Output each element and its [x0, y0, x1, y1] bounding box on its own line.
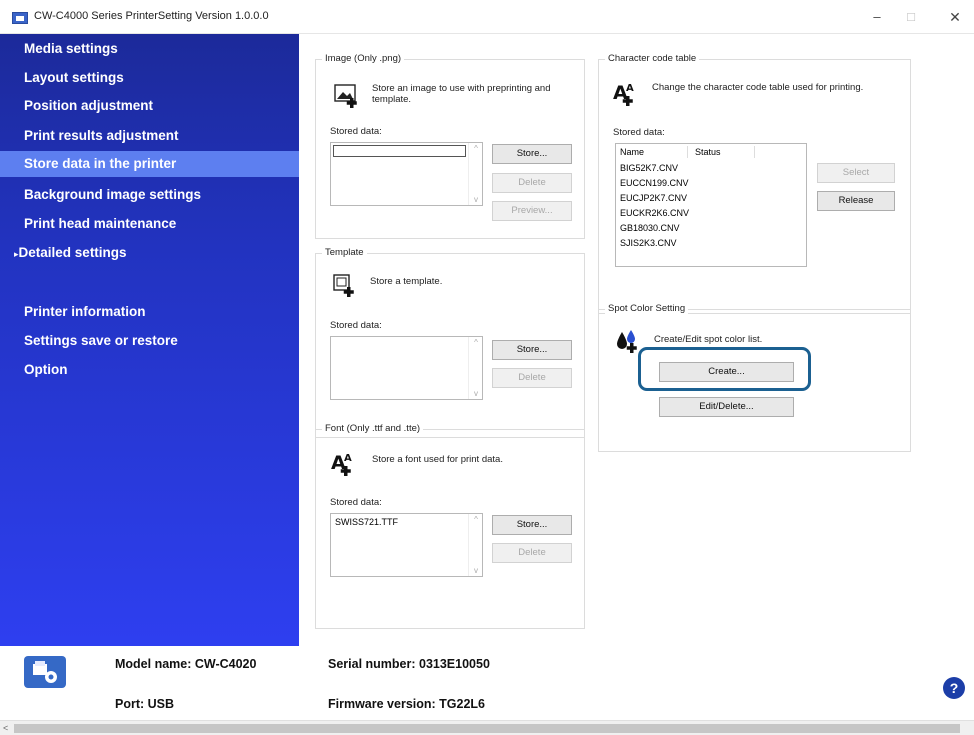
charcode-select-button[interactable]: Select — [817, 163, 895, 183]
scroll-down-icon[interactable]: v — [469, 389, 483, 398]
table-row[interactable]: EUCKR2K6.CNV — [620, 208, 689, 218]
sidebar-item-background-image-settings[interactable]: Background image settings — [0, 182, 299, 208]
charcode-group-title: Character code table — [605, 53, 700, 64]
image-preview-button[interactable]: Preview... — [492, 201, 572, 221]
table-row[interactable]: GB18030.CNV — [620, 223, 680, 233]
template-group-title: Template — [322, 247, 367, 258]
charcode-release-button[interactable]: Release — [817, 191, 895, 211]
image-group-title: Image (Only .png) — [322, 53, 405, 64]
scroll-left-icon[interactable]: < — [3, 721, 8, 735]
charcode-stored-label: Stored data: — [613, 127, 665, 138]
printer-settings-icon — [24, 656, 66, 688]
scroll-down-icon[interactable]: v — [469, 566, 483, 575]
font-store-button[interactable]: Store... — [492, 515, 572, 535]
table-row[interactable]: EUCCN199.CNV — [620, 178, 689, 188]
model-name: Model name: CW-C4020 — [115, 657, 257, 671]
scroll-up-icon[interactable]: ^ — [469, 144, 483, 153]
spot-color-icon — [615, 328, 641, 356]
port-info: Port: USB — [115, 697, 175, 711]
font-group: Font (Only .ttf and .tte) A A Store a fo… — [315, 423, 585, 629]
scroll-up-icon[interactable]: ^ — [469, 515, 483, 524]
main-panel: Image (Only .png) Store an image to use … — [299, 34, 959, 646]
sidebar-item-position-adjustment[interactable]: Position adjustment — [0, 93, 299, 119]
charcode-icon: A A — [613, 81, 641, 107]
scrollbar[interactable]: ^ v — [468, 514, 482, 576]
sidebar-item-detailed-settings[interactable]: ▸Detailed settings — [0, 240, 299, 266]
sidebar-item-print-results-adjustment[interactable]: Print results adjustment — [0, 123, 299, 149]
scrollbar-thumb[interactable] — [14, 724, 960, 733]
spot-edit-delete-button[interactable]: Edit/Delete... — [659, 397, 794, 417]
app-icon — [12, 12, 28, 24]
table-row[interactable]: BIG52K7.CNV — [620, 163, 678, 173]
list-item[interactable]: SWISS721.TTF — [335, 517, 398, 527]
title-bar: CW-C4000 Series PrinterSetting Version 1… — [0, 0, 974, 34]
font-add-icon: A A — [331, 451, 359, 477]
sidebar-item-settings-save-restore[interactable]: Settings save or restore — [0, 328, 299, 354]
spot-color-description: Create/Edit spot color list. — [654, 334, 763, 345]
sidebar-item-media-settings[interactable]: Media settings — [0, 36, 299, 62]
svg-text:A: A — [344, 453, 352, 464]
template-delete-button[interactable]: Delete — [492, 368, 572, 388]
sidebar-item-option[interactable]: Option — [0, 357, 299, 383]
font-delete-button[interactable]: Delete — [492, 543, 572, 563]
image-add-icon — [334, 84, 360, 108]
image-description: Store an image to use with preprinting a… — [372, 83, 551, 105]
sidebar-item-layout-settings[interactable]: Layout settings — [0, 65, 299, 91]
horizontal-scrollbar[interactable]: < — [0, 720, 974, 735]
help-icon[interactable]: ? — [943, 677, 965, 699]
charcode-group: Character code table A A Change the char… — [598, 53, 911, 314]
list-focus-item — [333, 145, 466, 157]
font-group-title: Font (Only .ttf and .tte) — [322, 423, 424, 434]
sidebar-item-label: Detailed settings — [18, 245, 127, 260]
charcode-description: Change the character code table used for… — [652, 82, 864, 93]
template-store-button[interactable]: Store... — [492, 340, 572, 360]
window-title: CW-C4000 Series PrinterSetting Version 1… — [34, 10, 269, 22]
sidebar: Media settings Layout settings Position … — [0, 34, 299, 646]
column-divider — [687, 146, 688, 158]
image-stored-label: Stored data: — [330, 126, 382, 137]
scroll-down-icon[interactable]: v — [469, 195, 483, 204]
sidebar-item-store-data[interactable]: Store data in the printer — [0, 151, 299, 177]
close-button[interactable]: ✕ — [940, 6, 970, 28]
image-stored-list[interactable]: ^ v — [330, 142, 483, 206]
image-store-button[interactable]: Store... — [492, 144, 572, 164]
table-row[interactable]: SJIS2K3.CNV — [620, 238, 677, 248]
svg-text:A: A — [626, 83, 634, 94]
firmware-version: Firmware version: TG22L6 — [328, 697, 486, 711]
scrollbar[interactable]: ^ v — [468, 337, 482, 399]
image-group: Image (Only .png) Store an image to use … — [315, 53, 585, 239]
column-header-status[interactable]: Status — [695, 147, 721, 157]
charcode-table[interactable]: Name Status BIG52K7.CNV EUCCN199.CNV EUC… — [615, 143, 807, 267]
create-button-highlight — [638, 347, 811, 391]
sidebar-item-print-head-maintenance[interactable]: Print head maintenance — [0, 211, 299, 237]
maximize-button[interactable]: □ — [896, 6, 926, 28]
template-group: Template Store a template. Stored data: … — [315, 247, 585, 438]
column-header-name[interactable]: Name — [620, 147, 644, 157]
font-stored-label: Stored data: — [330, 497, 382, 508]
font-description: Store a font used for print data. — [372, 454, 503, 465]
scroll-up-icon[interactable]: ^ — [469, 338, 483, 347]
table-row[interactable]: EUCJP2K7.CNV — [620, 193, 687, 203]
font-stored-list[interactable]: SWISS721.TTF ^ v — [330, 513, 483, 577]
column-divider — [754, 146, 755, 158]
image-delete-button[interactable]: Delete — [492, 173, 572, 193]
template-stored-list[interactable]: ^ v — [330, 336, 483, 400]
scrollbar[interactable]: ^ v — [468, 143, 482, 205]
template-icon — [333, 274, 355, 298]
serial-number: Serial number: 0313E10050 — [328, 657, 490, 671]
sidebar-item-printer-information[interactable]: Printer information — [0, 299, 299, 325]
spot-color-group-title: Spot Color Setting — [605, 303, 689, 314]
template-description: Store a template. — [370, 276, 443, 287]
minimize-button[interactable]: – — [862, 6, 892, 28]
template-stored-label: Stored data: — [330, 320, 382, 331]
